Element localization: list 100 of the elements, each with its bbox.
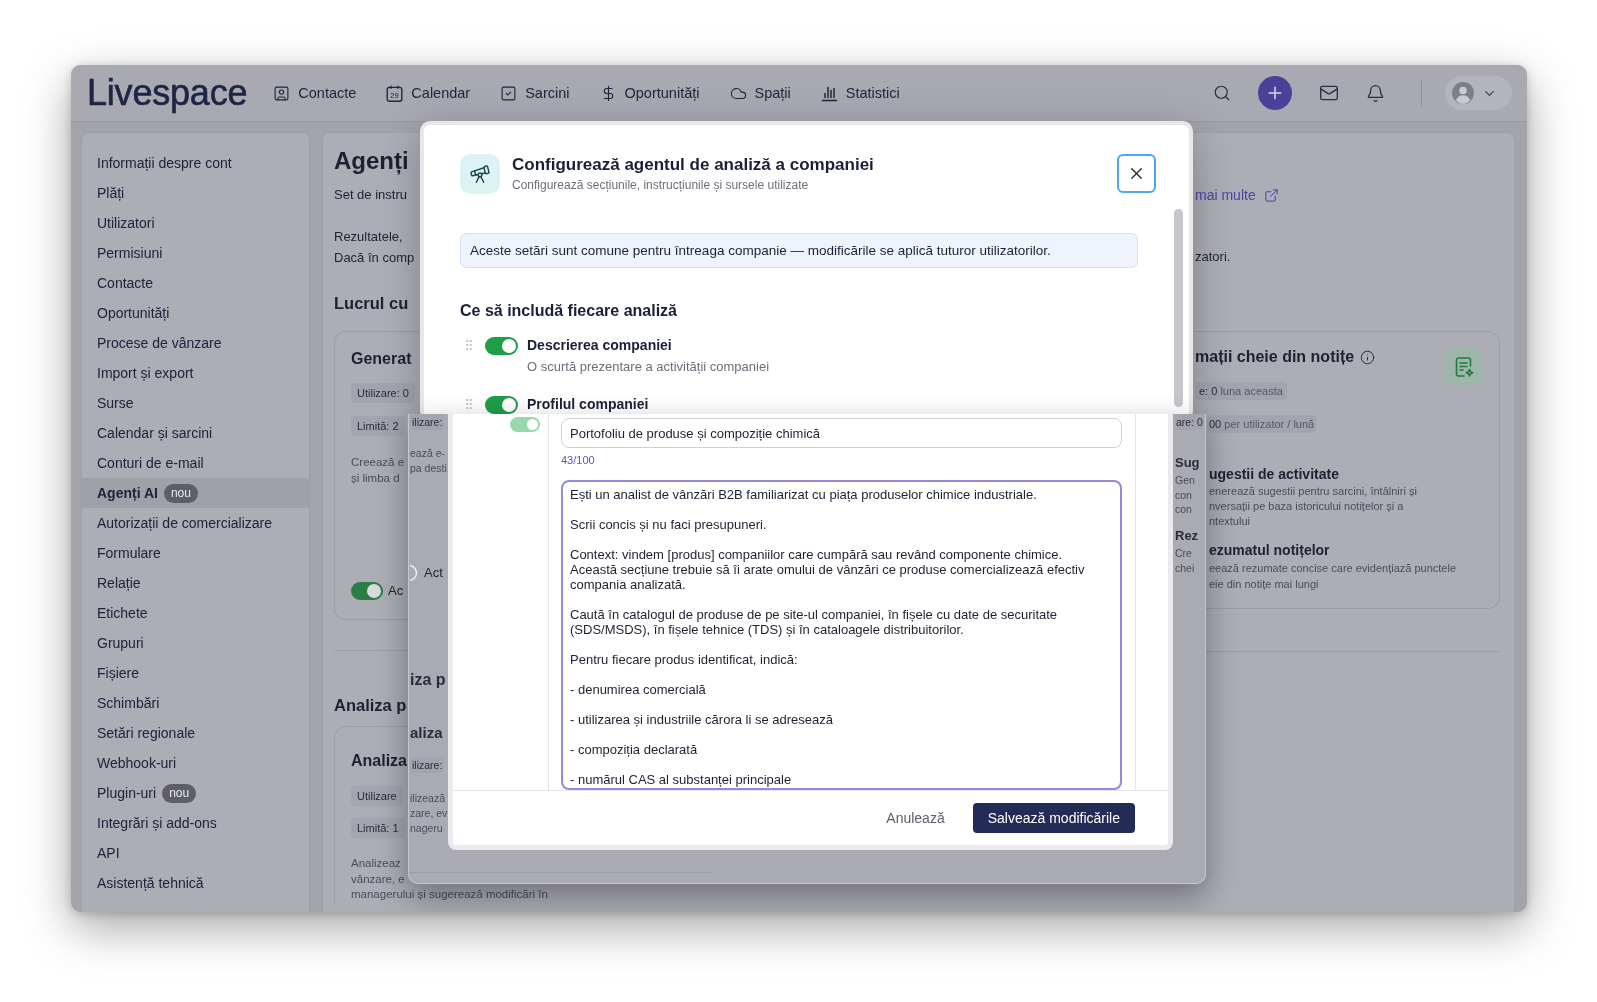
sidebar-item[interactable]: Fișiere	[82, 658, 309, 688]
usage-chip: Utilizare	[351, 786, 403, 806]
nav-link[interactable]: Statistici	[820, 83, 900, 103]
add-button[interactable]	[1258, 76, 1292, 110]
card-description: ilizează zare, ev nageru	[410, 790, 448, 836]
toggle-switch[interactable]	[351, 582, 383, 600]
bell-icon[interactable]	[1366, 83, 1385, 103]
nav-link[interactable]: Contacte	[273, 83, 357, 103]
sidebar-item[interactable]: Etichete	[82, 598, 309, 628]
toggle-label: Ac	[388, 582, 404, 600]
cancel-button[interactable]: Anulează	[876, 803, 955, 833]
toggle-switch[interactable]	[485, 337, 518, 355]
toggle-switch[interactable]	[410, 564, 418, 582]
toggle-switch[interactable]	[510, 417, 540, 432]
feature-title: ezumatul notițelor	[1209, 541, 1331, 560]
sidebar-item[interactable]: Conturi de e-mail	[82, 448, 309, 478]
mail-icon[interactable]	[1319, 83, 1339, 103]
telescope-icon	[460, 154, 500, 194]
close-button[interactable]	[1117, 154, 1156, 193]
section-label: Descrierea companiei	[527, 336, 673, 355]
toggle-label: Act	[424, 564, 443, 582]
nav-link[interactable]: Sarcini	[500, 83, 570, 103]
sidebar-item[interactable]: Oportunități	[82, 298, 309, 328]
feature-description: Gen con con	[1175, 473, 1195, 517]
feature-description: enerează sugestii pentru sarcini, întâlniri și nversații pe baza istoricului notițelor și a ntextului	[1209, 484, 1417, 529]
feature-description: Cre chei	[1175, 546, 1195, 576]
sidebar-item[interactable]: Procese de vânzare	[82, 328, 309, 358]
person-icon[interactable]	[273, 84, 291, 102]
feature-title: Sug	[1175, 454, 1200, 472]
usage-chip: Utilizare: 0	[351, 383, 415, 403]
notice-text: zatori.	[1195, 248, 1231, 266]
feature-description: eează rezumate concise care evidențiază punctele eie din notițe mai lungi	[1209, 561, 1457, 592]
card-description: Analizeaz vânzare, e managerului și sugerează modificări în	[351, 856, 548, 902]
section-label: Profilul companiei	[527, 395, 649, 414]
note-sparkle-icon	[1444, 347, 1483, 386]
sidebar-item[interactable]: Asistență tehnică	[82, 868, 309, 898]
sidebar-item[interactable]: Autorizații de comercializare	[82, 508, 309, 538]
usage-chip: are: 0	[1175, 414, 1204, 430]
page-description: Set de instru	[334, 186, 407, 204]
sidebar-item[interactable]: Permisiuni	[82, 238, 309, 268]
sidebar-item[interactable]: Import și export	[82, 358, 309, 388]
sidebar-item[interactable]: Contacte	[82, 268, 309, 298]
info-banner: Aceste setări sunt comune pentru întreaga companie — modificările se aplică tuturor utilizatorilor.	[460, 233, 1138, 268]
card-title: mații cheie din notițe	[1195, 347, 1355, 367]
card-title: aliza	[410, 723, 443, 743]
external-link-icon	[1263, 187, 1279, 203]
dialog-subtitle: Configurează secțiunile, instrucțiunile și sursele utilizate	[512, 177, 810, 193]
nav-link[interactable]: Oportunități	[599, 83, 700, 103]
sidebar-item[interactable]: Integrări și add-ons	[82, 808, 309, 838]
toggle-switch[interactable]	[485, 396, 518, 414]
limit-chip: Limită: 2	[351, 416, 405, 436]
name-input[interactable]: Portofoliu de produse și compoziție chimică	[561, 418, 1122, 448]
section-description: O scurtă prezentare a activității companiei	[527, 358, 770, 376]
sidebar-item[interactable]: Surse	[82, 388, 309, 418]
feature-title: ugestii de activitate	[1209, 465, 1340, 484]
section-title: Analiza p	[334, 695, 407, 716]
section-title: Ce să includă fiecare analiză	[460, 301, 678, 321]
sidebar-item[interactable]: Plugin-uri nou	[82, 778, 309, 808]
sidebar-item[interactable]: Agenți AI nou	[82, 478, 309, 508]
sidebar-item[interactable]: Plăți	[82, 178, 309, 208]
usage-chip: ilizare:	[410, 757, 445, 773]
sidebar-item[interactable]: Informații despre cont	[82, 148, 309, 178]
sidebar-item[interactable]: Grupuri	[82, 628, 309, 658]
checkbox-icon[interactable]	[500, 84, 518, 102]
avatar-icon[interactable]	[1452, 82, 1474, 104]
bar-chart-icon[interactable]	[820, 84, 838, 102]
limit-chip: Limită: 1	[351, 818, 405, 838]
section-title: Lucrul cu	[334, 293, 409, 314]
dialog-title: Configurează agentul de analiză a companiei	[512, 154, 874, 176]
character-counter: 43/100	[561, 453, 596, 467]
save-button[interactable]: Salvează modificările	[972, 803, 1135, 833]
logo[interactable]: Livespace	[87, 75, 248, 111]
sidebar-item[interactable]: Calendar și sarcini	[82, 418, 309, 448]
sidebar-item[interactable]: API	[82, 838, 309, 868]
card-description: ează e- pa desti	[410, 445, 447, 476]
account-menu-button[interactable]	[1445, 76, 1512, 110]
notice-text: Rezultatele, Dacă în comp	[334, 228, 415, 267]
sidebar-item[interactable]: Formulare	[82, 538, 309, 568]
sidebar-item[interactable]: Webhook-uri	[82, 748, 309, 778]
section-title: iza p	[410, 670, 446, 690]
prompt-textarea[interactable]: Ești un analist de vânzări B2B familiarizat cu piața produselor chimice industriale. Scrii concis și nu faci presupuneri. Context: vindem [produs] companiilor care cumpără sau revând componente chimice. Această secțiune trebuie să îi arate omului de vânzări ce produse comercializează efectiv compania analizată. Caută în catalogul de produse de pe site-ul companiei, în fișele cu date de securitate (SDS/MSDS), în fișele tehnice (TDS) și în cataloagele distribuitorilor. Pentru fiecare produs identificat, indică: - denumirea comercială - utilizarea și industriile cărora li se adresează - compoziția declarată - numărul CAS al substanței principale	[561, 480, 1122, 790]
new-badge: nou	[163, 483, 198, 503]
scrollbar[interactable]	[1174, 209, 1183, 407]
new-badge: nou	[162, 783, 197, 803]
sidebar-item[interactable]: Utilizatori	[82, 208, 309, 238]
search-icon[interactable]	[1213, 84, 1231, 102]
feature-title: Rez	[1175, 527, 1199, 545]
nav-link[interactable]: Spații	[729, 83, 791, 103]
card-title: Analiza	[351, 751, 407, 771]
usage-chip: e: 0 luna aceasta	[1195, 382, 1287, 400]
usage-chip: ilizare:	[410, 414, 445, 430]
sidebar-item[interactable]: Schimbări	[82, 688, 309, 718]
sidebar-item[interactable]: Relație	[82, 568, 309, 598]
card-description: Creează e și limba d	[351, 455, 405, 486]
learn-more-link[interactable]: mai multe	[1195, 185, 1279, 205]
page-title: Agenți	[334, 146, 409, 176]
card-title: Generat	[351, 349, 412, 369]
sidebar-item[interactable]: Setări regionale	[82, 718, 309, 748]
limit-chip: 00 per utilizator / lună	[1207, 415, 1317, 433]
info-icon[interactable]	[1360, 349, 1376, 365]
